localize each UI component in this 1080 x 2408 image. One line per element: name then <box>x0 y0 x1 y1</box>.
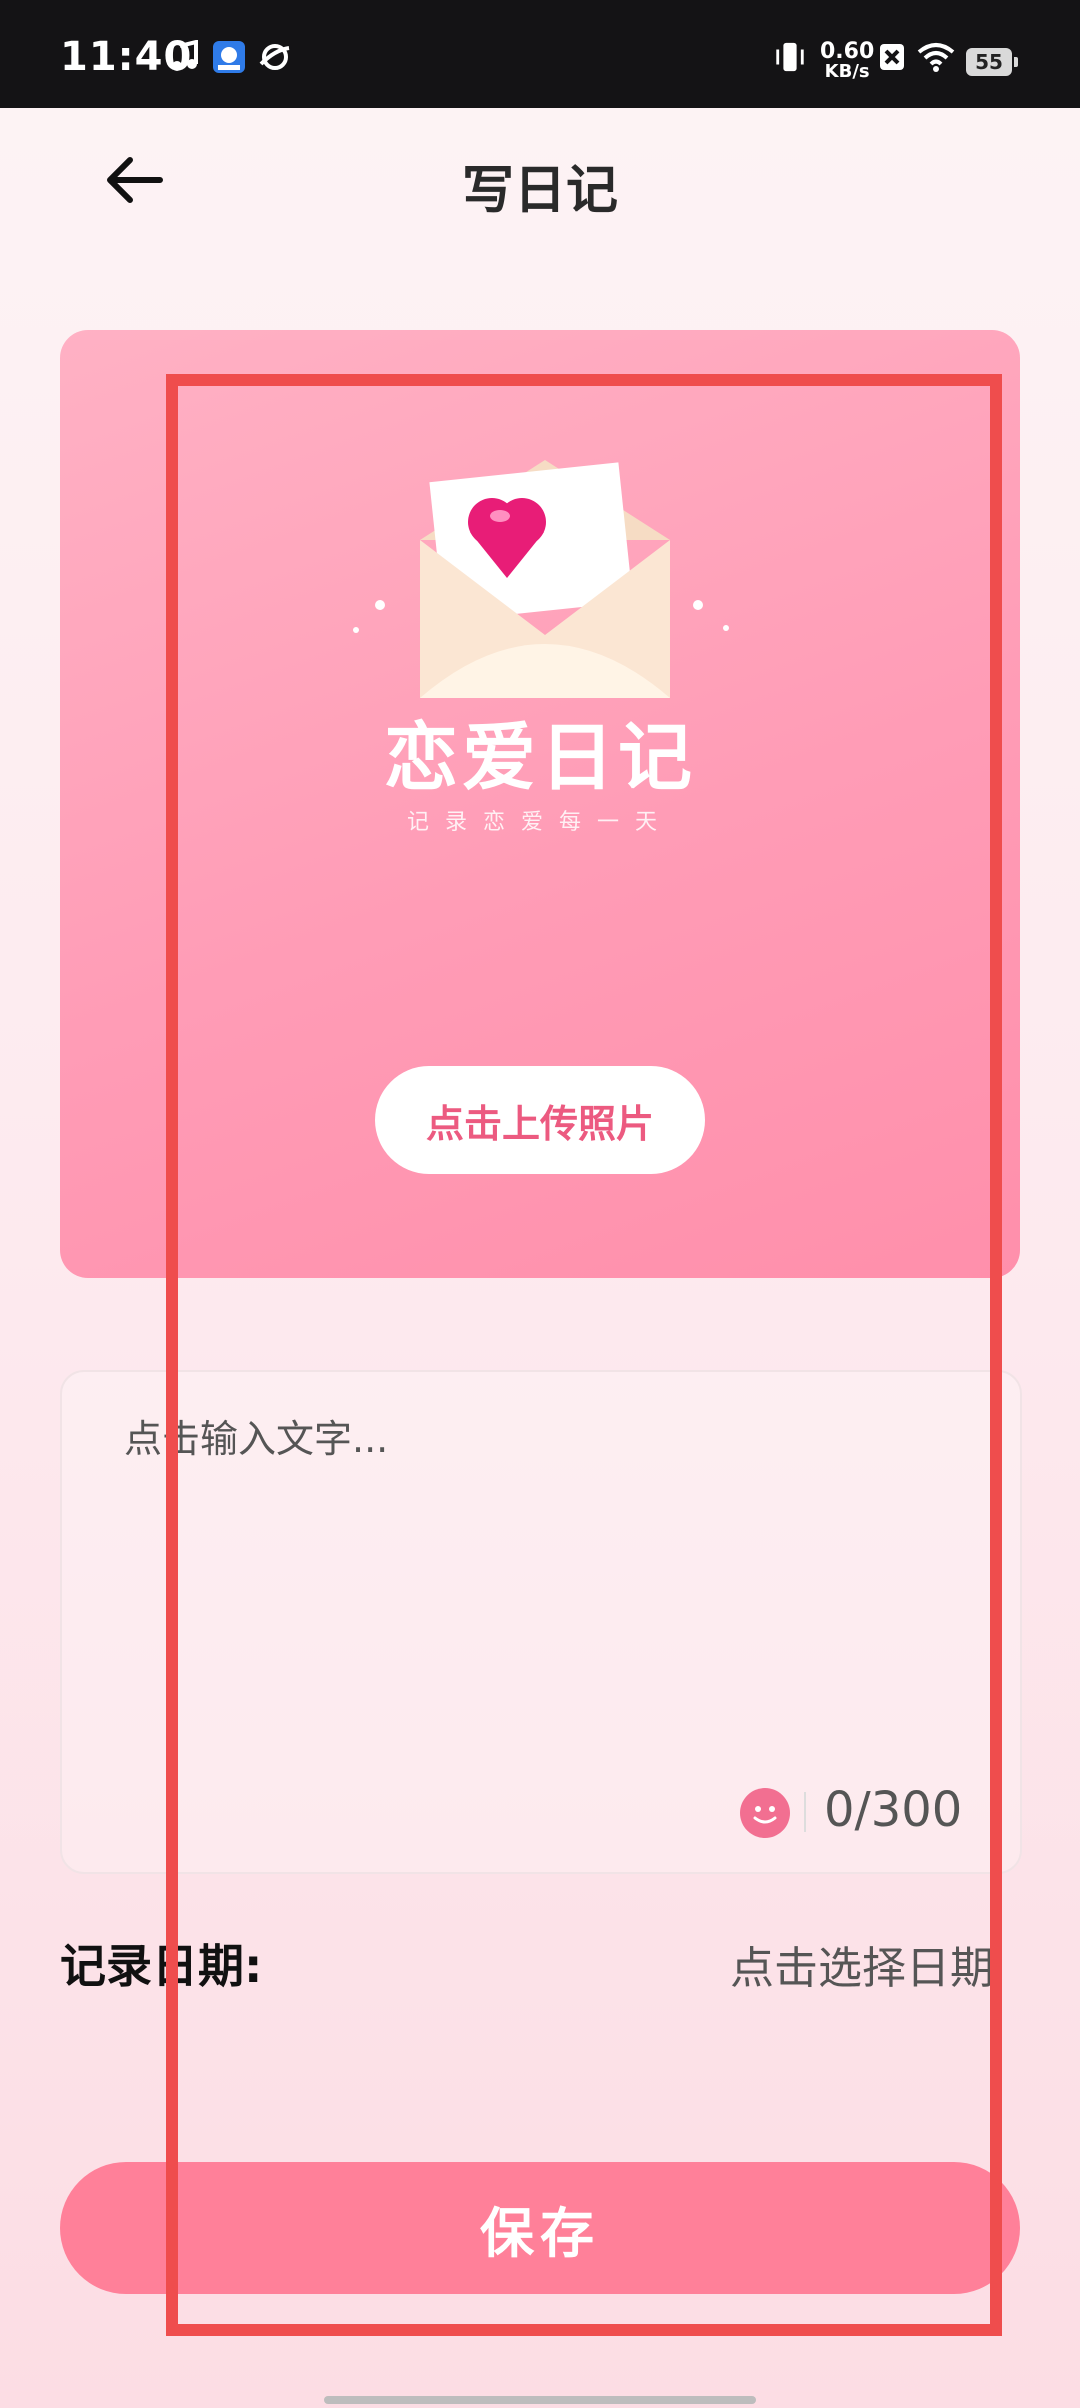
wifi-icon <box>917 43 955 72</box>
date-label: 记录日期: <box>60 1939 263 1993</box>
planet-icon <box>259 44 290 70</box>
emoji-button[interactable] <box>740 1788 790 1838</box>
network-speed-value: 0.60 <box>820 39 875 64</box>
brand-title: 恋爱日记 <box>384 715 696 801</box>
date-picker[interactable]: 点击选择日期 <box>730 1932 1030 1992</box>
network-speed-unit: KB/s <box>824 61 870 82</box>
photo-upload-card[interactable]: 恋爱日记 记录恋爱每一天 点击上传照片 <box>60 330 1020 1278</box>
counter-divider <box>804 1792 806 1832</box>
diary-text-input[interactable] <box>122 1406 966 1710</box>
app-notification-icon <box>213 41 245 73</box>
smiley-icon <box>753 1806 777 1824</box>
no-sim-icon <box>880 44 904 70</box>
brand-subtitle: 记录恋爱每一天 <box>406 810 673 835</box>
diary-text-box: 0/300 <box>60 1370 1022 1874</box>
page-title: 写日记 <box>461 161 618 221</box>
music-note-icon <box>172 40 198 71</box>
network-speed: 0.60 KB/s <box>820 39 875 82</box>
save-button[interactable]: 保存 <box>60 2162 1020 2294</box>
home-indicator[interactable] <box>324 2396 756 2404</box>
status-bar: 11:40 0.60 KB/s 55 <box>0 0 1080 108</box>
battery-icon: 55 <box>966 48 1018 76</box>
char-counter: 0/300 <box>824 1782 963 1838</box>
vibrate-icon <box>776 42 804 72</box>
upload-photo-button[interactable]: 点击上传照片 <box>375 1066 705 1174</box>
